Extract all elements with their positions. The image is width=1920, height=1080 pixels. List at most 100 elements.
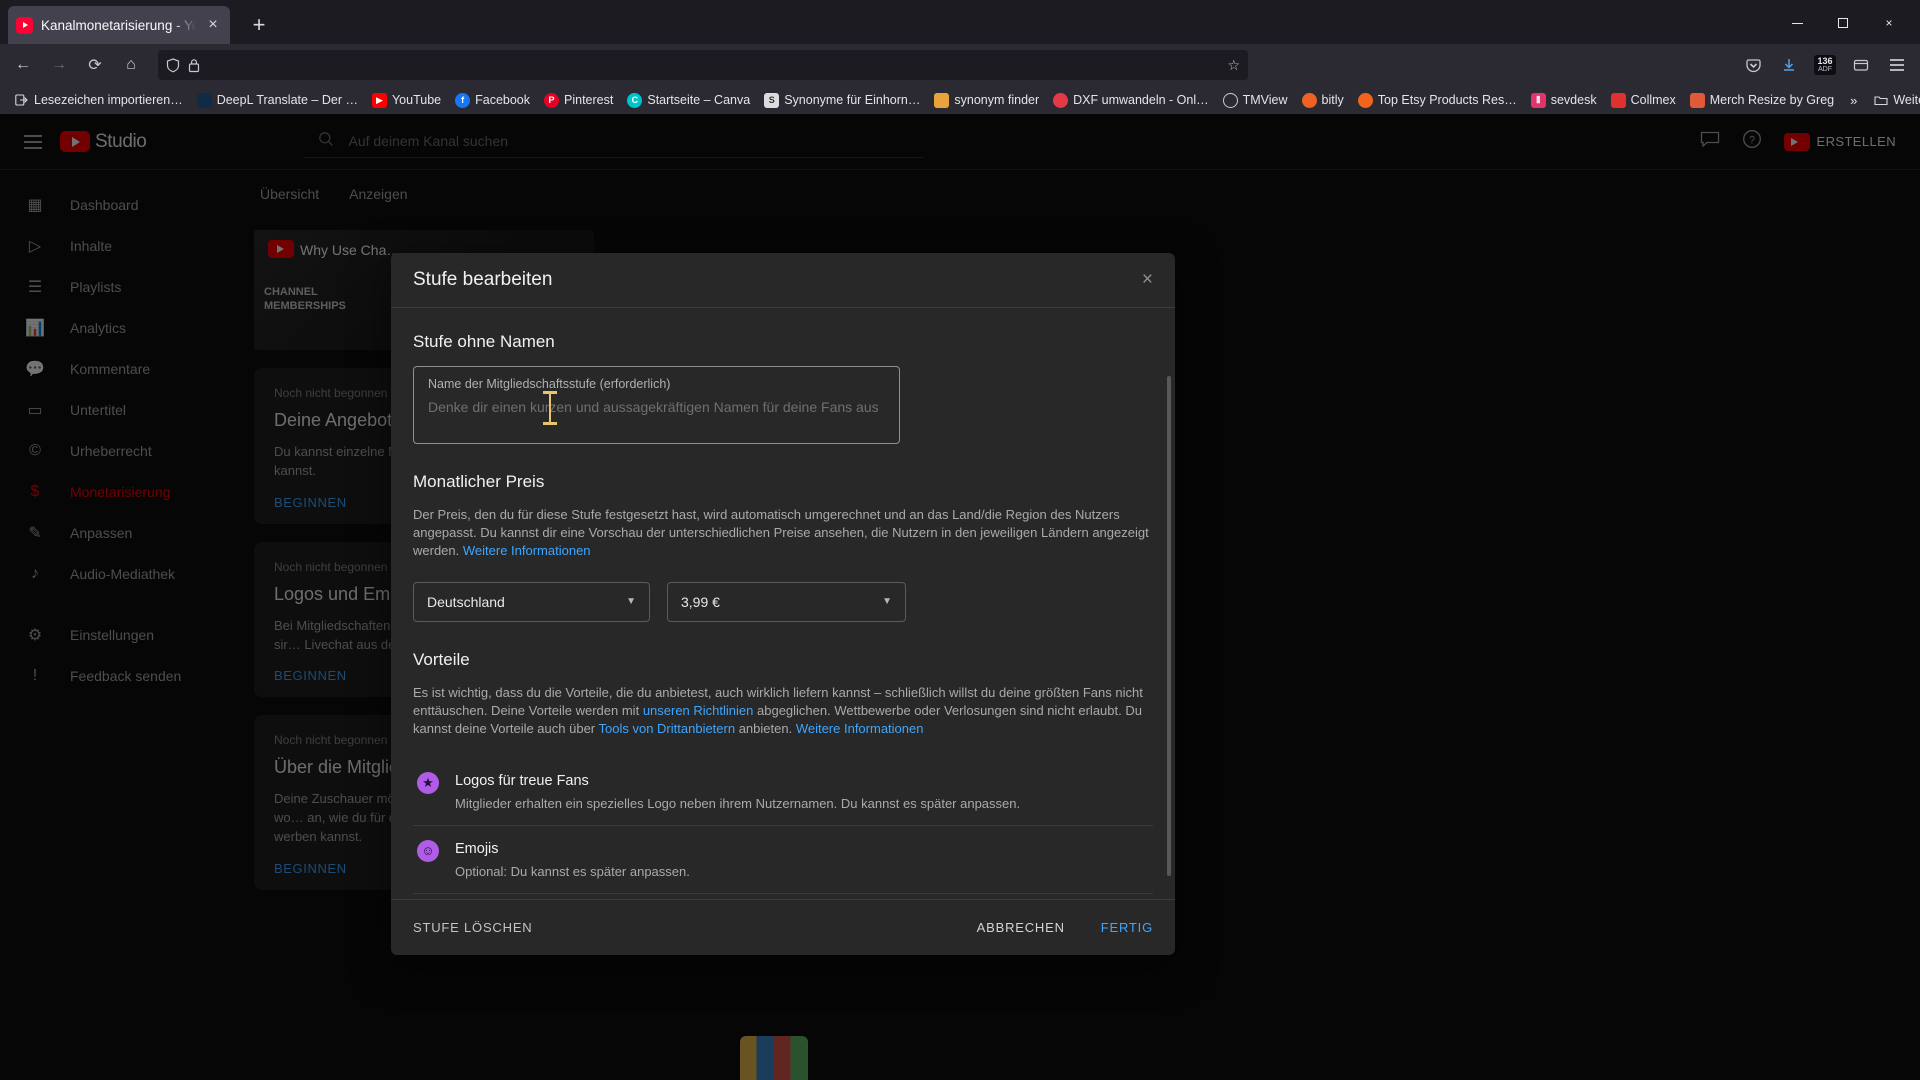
benefit-title: Logos für treue Fans (455, 772, 589, 789)
dxf-icon (1053, 92, 1069, 108)
country-select[interactable]: Deutschland ▼ (413, 581, 650, 622)
bookmark-label: Collmex (1630, 93, 1676, 107)
folder-icon (1873, 93, 1888, 108)
pocket-icon[interactable] (1736, 50, 1770, 80)
bookmark-label: YouTube (391, 93, 442, 107)
youtube-studio-page: Studio Auf deinem Kanal suchen ? ERSTELL… (0, 114, 1920, 1080)
download-icon[interactable] (1772, 50, 1806, 80)
lock-icon[interactable] (188, 58, 200, 73)
benefits-list: ★ Logos für treue Fans Mitglieder erhalt… (413, 758, 1153, 899)
bookmark-label: synonym finder (954, 93, 1040, 107)
guidelines-link[interactable]: unseren Richtlinien (643, 703, 754, 718)
dialog-footer-actions: ABBRECHEN FERTIG (977, 920, 1153, 935)
benefits-section: Vorteile Es ist wichtig, dass du die Vor… (413, 650, 1153, 899)
synonym-icon: S (764, 92, 780, 108)
bookmark-item[interactable]: synonym finder (928, 90, 1045, 111)
bookmark-item[interactable]: P Pinterest (538, 90, 619, 111)
third-party-tools-link[interactable]: Tools von Drittanbietern (599, 721, 736, 736)
dialog-title: Stufe bearbeiten (413, 269, 553, 290)
bookmark-label: Synonyme für Einhorn… (784, 93, 921, 107)
maximize-button[interactable] (1820, 8, 1866, 38)
close-icon[interactable]: × (204, 17, 222, 33)
close-icon[interactable]: × (1142, 269, 1153, 291)
bookmark-item[interactable]: Collmex (1605, 90, 1682, 111)
price-more-info-link[interactable]: Weitere Informationen (463, 543, 591, 558)
loyalty-badge-icon: ★ (417, 771, 439, 794)
adblock-unit: ADF (1818, 66, 1832, 74)
bookmark-item[interactable]: ▶ YouTube (366, 90, 447, 111)
menu-icon[interactable] (1880, 50, 1914, 80)
bookmark-item[interactable]: bitly (1296, 90, 1350, 111)
dialog-header: Stufe bearbeiten × (391, 253, 1175, 308)
bookmark-item[interactable]: f Facebook (449, 90, 536, 111)
price-description: Der Preis, den du für diese Stufe festge… (413, 507, 1149, 558)
bookmark-item[interactable]: Top Etsy Products Res… (1352, 90, 1523, 111)
bookmark-item[interactable]: Lesezeichen importieren… (8, 90, 189, 111)
bookmarks-overflow-icon[interactable]: » (1842, 93, 1865, 108)
browser-tab[interactable]: Kanalmonetarisierung - YouTub × (8, 6, 230, 44)
dialog-body: Stufe ohne Namen Name der Mitgliedschaft… (391, 308, 1175, 899)
benefit-title: Emojis (455, 840, 499, 857)
benefits-more-info-link[interactable]: Weitere Informationen (796, 721, 924, 736)
bookmark-star-icon[interactable]: ☆ (1227, 57, 1240, 74)
benefit-description: Mitglieder erhalten ein spezielles Logo … (455, 795, 1021, 811)
delete-tier-button[interactable]: STUFE LÖSCHEN (413, 920, 532, 935)
collmex-icon (1610, 92, 1626, 108)
adblock-counter[interactable]: 136 ADF (1808, 50, 1842, 80)
bookmark-item[interactable]: Merch Resize by Greg (1684, 90, 1840, 111)
address-bar[interactable]: ☆ (158, 50, 1248, 80)
bookmark-item[interactable]: DXF umwandeln - Onl… (1047, 90, 1214, 111)
bookmark-label: DeepL Translate – Der … (216, 93, 358, 107)
edit-tier-dialog: Stufe bearbeiten × Stufe ohne Namen Name… (391, 253, 1175, 955)
benefit-row[interactable]: ★ Logos für treue Fans Mitglieder erhalt… (413, 758, 1153, 826)
minimize-button[interactable] (1774, 8, 1820, 38)
benefit-row[interactable]: ☺ Emojis Optional: Du kannst es später a… (413, 826, 1153, 894)
bookmark-item[interactable]: DeepL Translate – Der … (191, 90, 364, 111)
chevron-down-icon: ▼ (882, 596, 892, 608)
tab-strip: Kanalmonetarisierung - YouTub × + × (0, 0, 1920, 44)
bookmark-label: Startseite – Canva (647, 93, 751, 107)
tier-name-heading: Stufe ohne Namen (413, 332, 555, 351)
bookmark-label: sevdesk (1550, 93, 1597, 107)
bookmark-item[interactable]: ⦀ sevdesk (1525, 90, 1603, 111)
bitly-icon (1301, 92, 1317, 108)
account-icon[interactable] (1844, 50, 1878, 80)
folder-icon (934, 92, 950, 108)
bookmark-label: Top Etsy Products Res… (1377, 93, 1517, 107)
tier-name-placeholder: Denke dir einen kurzen und aussagekräfti… (428, 399, 879, 415)
tier-name-label: Name der Mitgliedschaftsstufe (erforderl… (428, 377, 671, 391)
bookmark-item[interactable]: C Startseite – Canva (621, 90, 756, 111)
back-icon[interactable]: ← (6, 50, 40, 80)
other-bookmarks-folder[interactable]: Weitere Lesezeichen (1867, 90, 1920, 111)
price-heading: Monatlicher Preis (413, 472, 545, 491)
bookmark-label: Weitere Lesezeichen (1893, 93, 1920, 107)
benefits-description: Es ist wichtig, dass du die Vorteile, di… (413, 684, 1143, 736)
close-window-button[interactable]: × (1866, 8, 1912, 38)
bookmark-label: Lesezeichen importieren… (34, 93, 183, 107)
bookmark-item[interactable]: S Synonyme für Einhorn… (758, 90, 926, 111)
forward-icon[interactable]: → (42, 50, 76, 80)
browser-window: Kanalmonetarisierung - YouTub × + × ← → … (0, 0, 1920, 1080)
window-controls: × (1774, 8, 1912, 38)
facebook-icon: f (455, 92, 471, 108)
bookmark-label: DXF umwandeln - Onl… (1073, 93, 1209, 107)
etsy-icon (1357, 92, 1373, 108)
done-button[interactable]: FERTIG (1101, 920, 1153, 935)
youtube-favicon (16, 16, 33, 34)
new-tab-button[interactable]: + (246, 14, 272, 36)
toolbar-right: 136 ADF (1736, 50, 1914, 80)
price-select[interactable]: 3,99 € ▼ (667, 581, 906, 622)
tier-name-input[interactable]: Name der Mitgliedschaftsstufe (erforderl… (413, 366, 900, 444)
country-value: Deutschland (427, 593, 505, 610)
benefits-heading: Vorteile (413, 649, 470, 669)
merch-icon (1689, 92, 1705, 108)
youtube-icon: ▶ (371, 92, 387, 108)
cancel-button[interactable]: ABBRECHEN (977, 920, 1065, 935)
dialog-scrollbar[interactable] (1167, 376, 1171, 876)
bookmark-label: Pinterest (564, 93, 614, 107)
bookmark-item[interactable]: TMView (1217, 90, 1294, 111)
benefit-row[interactable]: ▤ Fotos und Statusupdates (413, 894, 1153, 899)
shield-icon[interactable] (166, 57, 180, 73)
reload-icon[interactable]: ⟳ (78, 50, 112, 80)
home-icon[interactable]: ⌂ (114, 50, 148, 80)
